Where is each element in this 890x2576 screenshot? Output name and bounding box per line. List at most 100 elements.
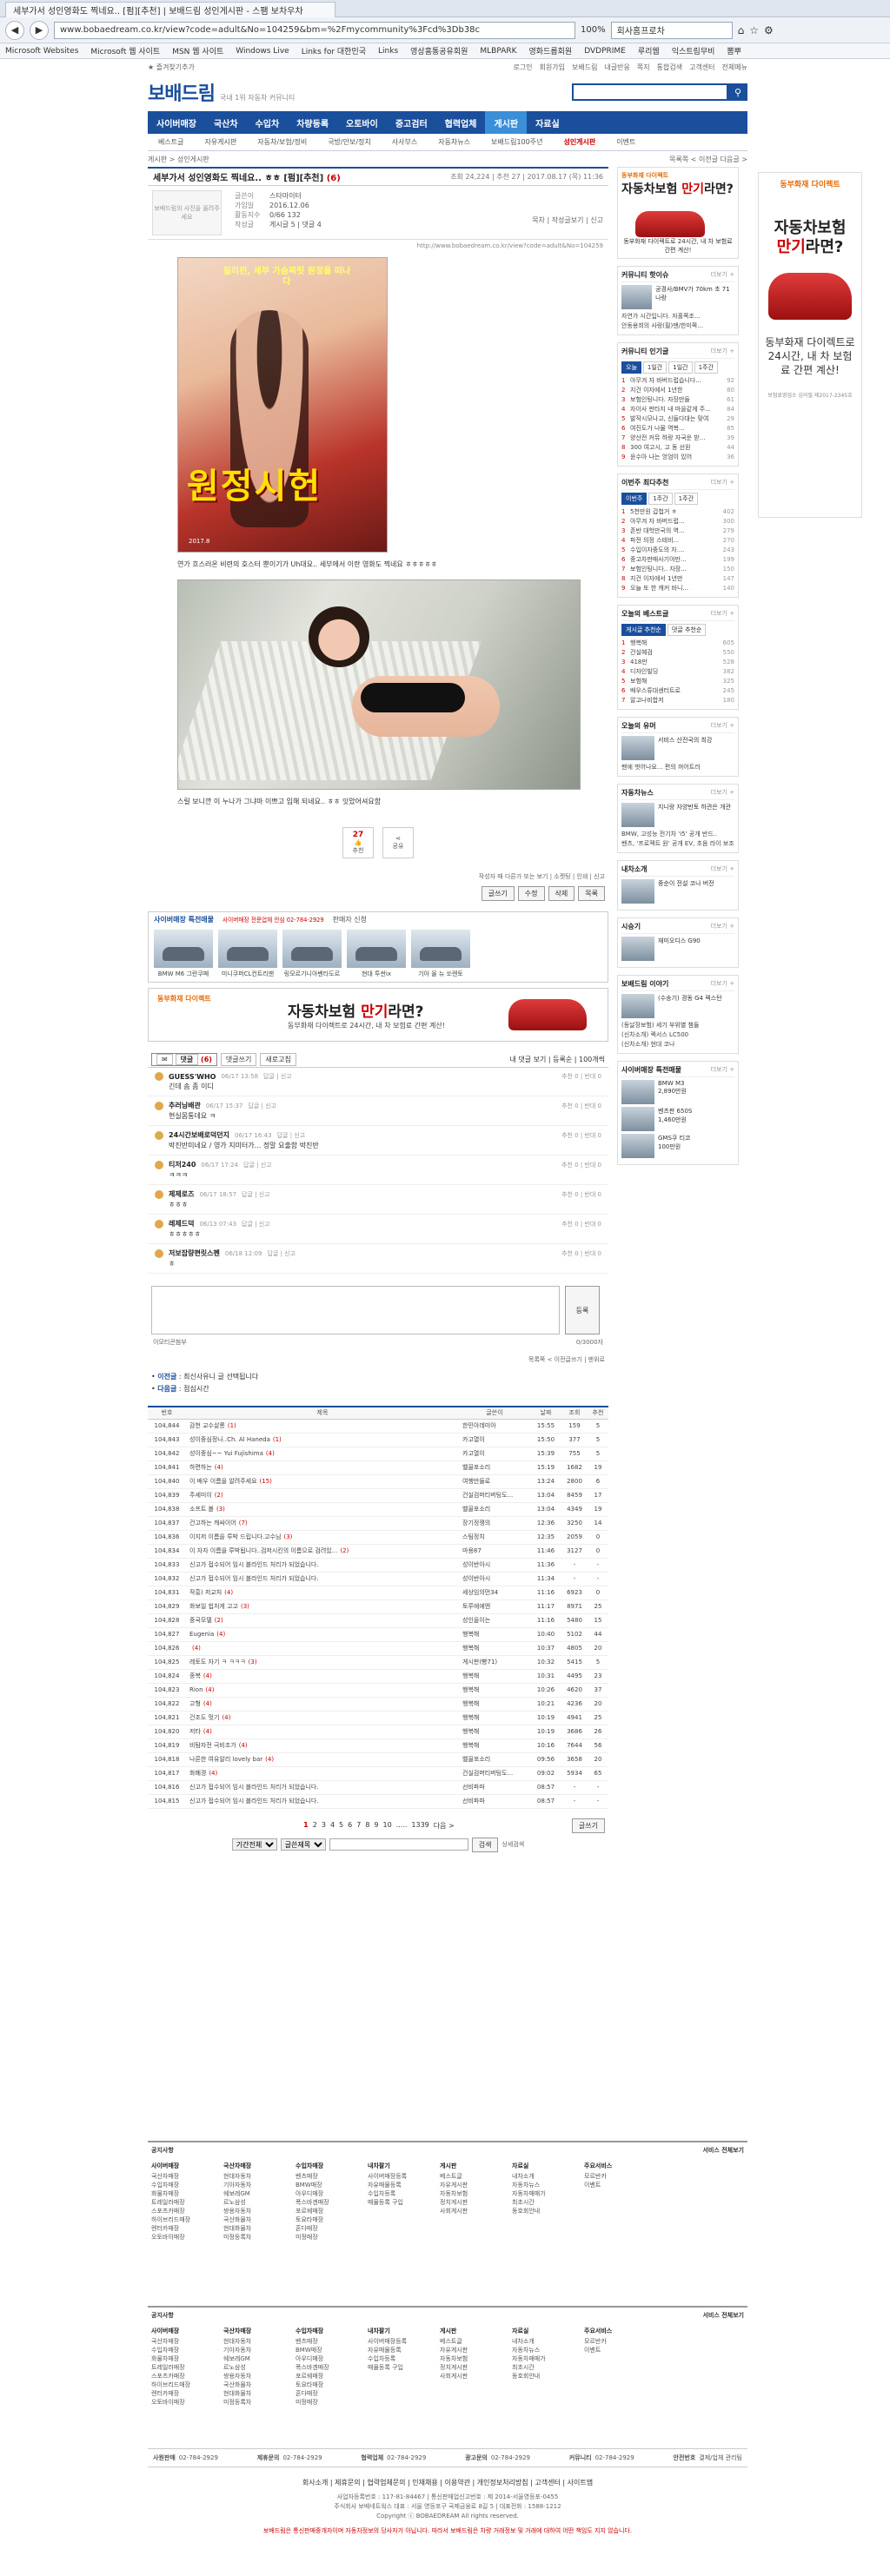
sidebar-box-title[interactable]: 오늘의 유머 (621, 721, 656, 731)
post-author[interactable]: 장기정쟁의 (459, 1516, 530, 1531)
post-title[interactable]: 신고가 접수되어 임시 블라인드 처리가 되었습니다. (189, 1561, 319, 1568)
sitemap-link[interactable]: 내차소개 (512, 2172, 584, 2181)
sitemap-link[interactable]: 내차소개 (512, 2337, 584, 2346)
table-row[interactable]: 104,834 이 자자 이름을 루박됩니다..검저시킨의 이름으로 검려있...… (148, 1544, 608, 1559)
sidebar-list-item[interactable]: 8 300 여고시, 고 동 선원 44 (621, 443, 734, 453)
post-title-cell[interactable]: 성이중심~~ Yui Fujishima (4) (186, 1447, 459, 1461)
sitemap-link[interactable]: 오토바이매장 (151, 2233, 223, 2242)
subnav-item[interactable]: 사사부스 (382, 137, 428, 147)
sitemap-more[interactable]: 서비스 전체보기 (702, 2311, 744, 2320)
sidebar-list-item[interactable]: 1 아무겨 자 바버드럽습니다... 92 (621, 376, 734, 386)
util-link[interactable]: 전체메뉴 (722, 63, 747, 72)
post-author[interactable]: 벨꼴포소리 (459, 1502, 530, 1517)
post-title-cell[interactable]: 종복 (4) (186, 1669, 459, 1684)
sidebar-list-item[interactable]: 3 보험인팅니다. 자장만들 61 (621, 395, 734, 405)
post-author[interactable]: 카고열이 (459, 1433, 530, 1447)
table-row[interactable]: 104,822 고형 (4) 행복해 10:21 4236 20 (148, 1697, 608, 1712)
sitemap-col-heading[interactable]: 게시판 (440, 2327, 512, 2335)
bookmark-item[interactable]: 루리웹 (638, 45, 660, 56)
post-title-cell[interactable]: 하면하는 (4) (186, 1460, 459, 1475)
util-link[interactable]: 로그인 (513, 63, 532, 72)
subnav-item[interactable]: 베스트글 (148, 137, 194, 147)
comment-tools[interactable]: 답글 | 신고 (243, 1161, 272, 1169)
sidebar-box-title[interactable]: 사이버매장 특전매물 (621, 1065, 681, 1075)
post-title-cell[interactable]: 소프트 볼 (3) (186, 1502, 459, 1517)
post-title-cell[interactable]: 신고가 접수되어 임시 블라인드 처리가 되었습니다. (186, 1780, 459, 1795)
sidebar-list-item[interactable]: 5 보험해 325 (621, 677, 734, 686)
sidebar-box-title[interactable]: 오늘의 베스트글 (621, 609, 668, 619)
post-author[interactable]: 스팀정치 (459, 1530, 530, 1545)
sitemap-link[interactable]: 국산차매장 (151, 2337, 223, 2346)
comment-sort-options[interactable]: 내 댓글 보기 | 등록순 | 100개씩 (509, 1055, 605, 1064)
page-link[interactable]: 10 (383, 1821, 392, 1831)
post-title-cell[interactable]: Eugenia (4) (186, 1627, 459, 1642)
sitemap-col-heading[interactable]: 게시판 (440, 2162, 512, 2170)
sidebar-list-item[interactable]: 4 자이사 판타지 내 마을같게 주... 84 (621, 405, 734, 414)
sitemap-link[interactable]: 렌터카매장 (151, 2224, 223, 2233)
sitemap-col-heading[interactable]: 내차팔기 (368, 2162, 440, 2170)
sidebar-tab[interactable]: 게시글 추천순 (621, 624, 666, 636)
sidebar-box-title[interactable]: 이번주 최다추천 (621, 478, 668, 487)
sidebar-more-link[interactable]: 더보기 + (711, 864, 734, 874)
table-row[interactable]: 104,836 이지저 이름을 루박 드립니다.고수님 (3) 스팀정치 12:35 20… (148, 1530, 608, 1545)
sitemap-col-heading[interactable]: 수입차매장 (296, 2327, 368, 2335)
sidebar-more-link[interactable]: 더보기 + (711, 1065, 734, 1075)
skyscraper-ad[interactable]: 동부화재 다이렉트 자동차보험 만기라면? 동부화재 다이렉트로 24시간, 내 … (758, 172, 862, 518)
bookmark-item[interactable]: MLBPARK (480, 47, 516, 56)
post-title-cell[interactable]: 고형 (4) (186, 1697, 459, 1712)
comment-tools[interactable]: 답글 | 신고 (277, 1131, 306, 1140)
sidebar-list-item[interactable]: 6 중고차판매사기야만... 199 (621, 555, 734, 565)
cyber-car-item[interactable]: 링모르기니아벤타도르 (282, 930, 342, 978)
post-title-cell[interactable]: 중국모델 (2) (186, 1613, 459, 1628)
post-author[interactable]: 행복해 (459, 1627, 530, 1642)
post-title-cell[interactable]: 신고가 접수되어 임시 블라인드 처리가 되었습니다. (186, 1558, 459, 1573)
sitemap-link[interactable]: 자유매물등록 (368, 2181, 440, 2189)
table-row[interactable]: 104,818 나른한 여유알리 lovely bar (4) 벨꼴포소리 09:56 3… (148, 1752, 608, 1767)
sitemap-link[interactable]: 현대화물차 (223, 2224, 296, 2233)
article-button[interactable]: 삭제 (548, 886, 575, 901)
sitemap-link[interactable]: 쌍용자동차 (223, 2207, 296, 2215)
bookmark-item[interactable]: Microsoft 웹 사이트 (90, 45, 160, 56)
sitemap-col-heading[interactable]: 국산차매장 (223, 2327, 296, 2335)
sidebar-more-link[interactable]: 더보기 + (711, 478, 734, 487)
sidebar-list-item[interactable]: 5 수입이자중도의 자.... 243 (621, 546, 734, 555)
sitemap-link[interactable]: 현대화물차 (223, 2389, 296, 2398)
table-row[interactable]: 104,837 건고하는 캐싸이어 (7) 장기정쟁의 12:36 3250 14 (148, 1516, 608, 1531)
page-link[interactable]: ..... (396, 1821, 408, 1831)
page-link[interactable]: 4 (330, 1821, 335, 1831)
comment-tools[interactable]: 답글 | 신고 (242, 1190, 270, 1199)
table-row[interactable]: 104,844 감천 교수살롱 (1) 한민아데미아 15:55 159 5 (148, 1419, 608, 1434)
sidebar-box-title[interactable]: 보배드림 이야기 (621, 979, 668, 989)
sitemap-link[interactable]: 스포츠카매장 (151, 2372, 223, 2381)
bookmark-item[interactable]: 뽐뿌 (727, 45, 741, 56)
browser-tab[interactable]: 세부가서 성인영화도 찍네요.. [펌][추천] | 보배드림 성인게시판 - … (5, 1, 335, 17)
post-title-cell[interactable]: 나른한 여유알리 lovely bar (4) (186, 1752, 459, 1767)
table-row[interactable]: 104,828 중국모델 (2) 성인을이는 11:16 5480 15 (148, 1613, 608, 1628)
post-title[interactable]: 종복 (189, 1672, 201, 1679)
sitemap-link[interactable]: 매물등록 구입 (368, 2363, 440, 2372)
table-row[interactable]: 104,842 성이중심~~ Yui Fujishima (4) 카고열이 15:39 7… (148, 1447, 608, 1461)
sitemap-more[interactable]: 서비스 전체보기 (702, 2146, 744, 2155)
gnb-item[interactable]: 자료실 (527, 111, 568, 134)
cyber-car-item[interactable]: 현대 투싼ix (347, 930, 406, 978)
subnav-item[interactable]: 성인게시판 (553, 137, 606, 147)
post-title-cell[interactable]: 이 배우 이름을 알려주세요 (15) (186, 1474, 459, 1489)
post-author[interactable]: 성인을이는 (459, 1613, 530, 1628)
site-search-input[interactable] (572, 83, 728, 101)
post-title[interactable]: 작흥) 저교처 (189, 1589, 222, 1596)
post-author[interactable]: 행복해 (459, 1711, 530, 1725)
sidebar-box-title[interactable]: 자동차뉴스 (621, 788, 654, 798)
sitemap-col-heading[interactable]: 국산차매장 (223, 2162, 296, 2170)
page-link[interactable]: 9 (374, 1821, 378, 1831)
util-link[interactable]: 보배드림 (572, 63, 597, 72)
sidebar-list-item[interactable]: 자연가 시간입니다. 자홀쪽조... (621, 312, 734, 321)
post-title-cell[interactable]: 감천 교수살롱 (1) (186, 1419, 459, 1434)
sitemap-link[interactable]: 기아자동차 (223, 2346, 296, 2354)
post-author[interactable]: 성이반아시 (459, 1558, 530, 1573)
sidebar-box-title[interactable]: 커뮤니티 핫이슈 (621, 270, 668, 280)
sidebar-thumb-row[interactable]: 서비스 산전국의 최강 (621, 736, 734, 760)
post-title-cell[interactable]: 신고가 접수되어 임시 블라인드 처리가 되었습니다. (186, 1572, 459, 1586)
sidebar-more-link[interactable]: 더보기 + (711, 270, 734, 280)
sitemap-link[interactable]: 정치게시판 (440, 2363, 512, 2372)
sitemap-link[interactable]: 국산화물차 (223, 2381, 296, 2389)
